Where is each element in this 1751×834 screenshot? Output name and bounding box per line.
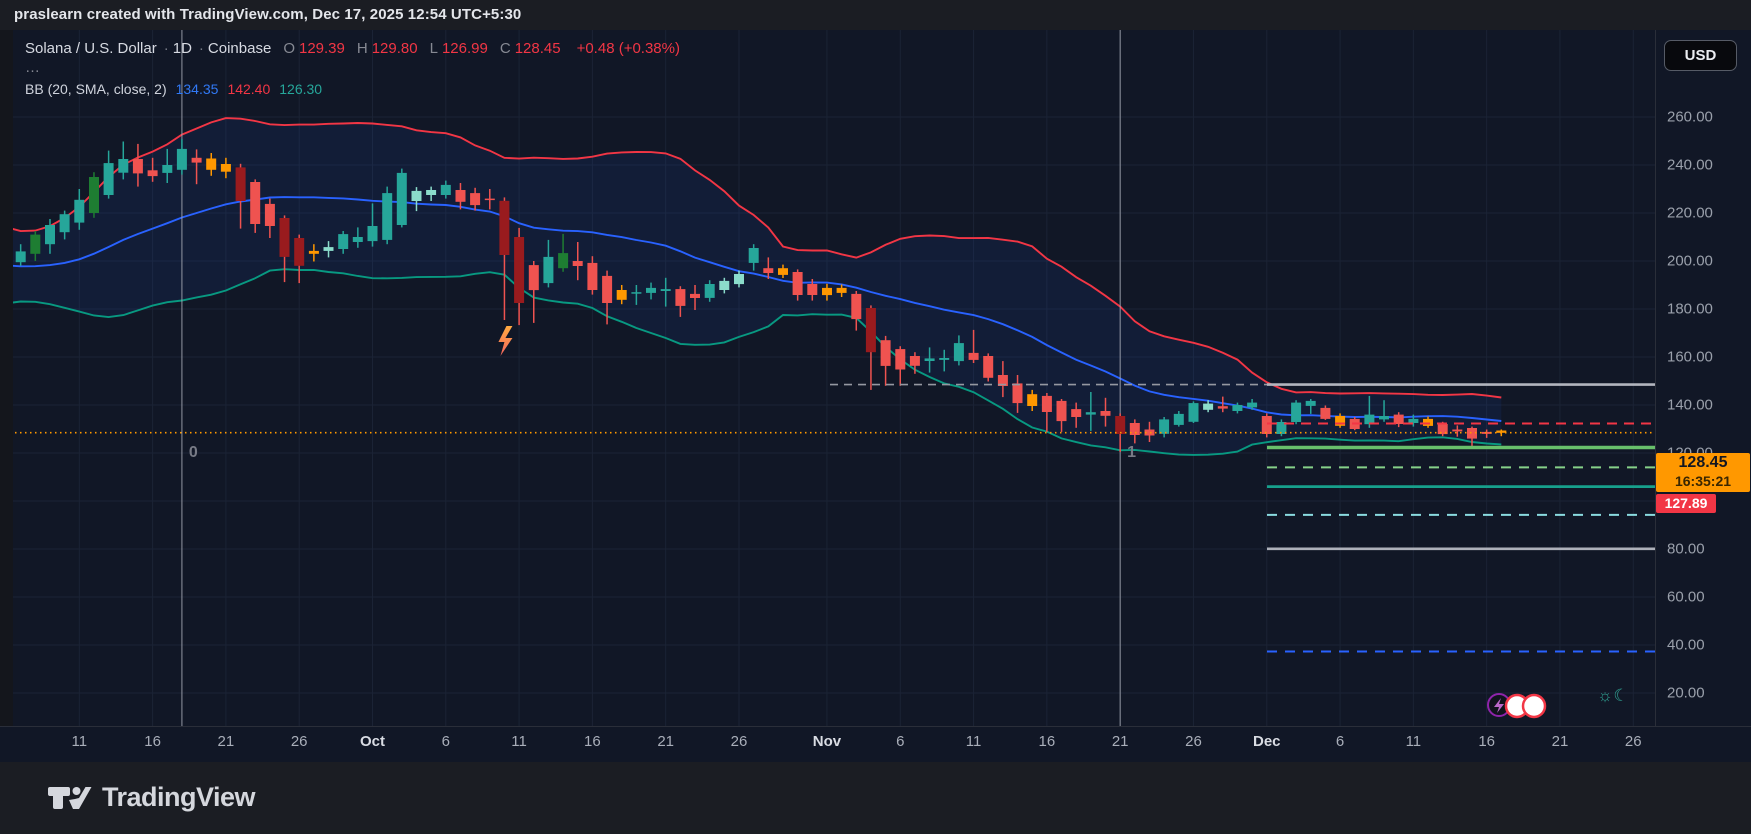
time-tick-label: 26 [1625,733,1642,750]
ohlc-values: O129.39 H129.80 L126.99 C128.45 [275,40,564,57]
tradingview-logo[interactable]: TradingView [46,782,255,813]
time-tick-label: 16 [584,733,601,750]
price-tick-label: 220.00 [1667,205,1747,222]
time-tick-label: 6 [442,733,450,750]
time-tick-label: 26 [291,733,308,750]
moon-icon: ☾ [1613,686,1628,705]
bb-value: 142.40 [227,81,270,97]
us-flag-event-icon[interactable] [1523,695,1545,717]
chart-pane[interactable]: 0 1 ☼☾ Solana / U.S. Dollar·1D·CoinbaseO… [0,30,1751,726]
time-tick-label: 11 [511,733,527,750]
bb-indicator-label[interactable]: BB (20, SMA, close, 2) [25,81,167,97]
time-tick-label: Oct [360,733,385,750]
time-tick-label: Dec [1253,733,1281,750]
time-tick-label: 16 [1039,733,1056,750]
time-tick-label: 6 [1336,733,1344,750]
time-tick-label: 21 [1112,733,1129,750]
currency-toggle-button[interactable]: USD [1664,40,1737,71]
price-tick-label: 80.00 [1667,541,1747,558]
attribution-bar: praslearn created with TradingView.com, … [0,0,1751,31]
time-tick-label: Nov [813,733,841,750]
price-tick-label: 240.00 [1667,157,1747,174]
time-tick-label: 6 [896,733,904,750]
symbol-title[interactable]: Solana / U.S. Dollar [25,40,157,57]
ohlc-key: H [357,40,368,57]
change-label: +0.48 (+0.38%) [577,40,680,57]
tradingview-snapshot: praslearn created with TradingView.com, … [0,0,1751,834]
exchange-label[interactable]: Coinbase [208,40,271,57]
ohlc-value: 129.39 [299,40,345,57]
time-axis[interactable]: 11 16 21 26 Oct 6 11 16 21 26 Nov 6 11 16 21 26 Dec 6 11 16… [0,726,1751,763]
ohlc-key: C [500,40,511,57]
more-indicators-button[interactable]: … [25,63,684,73]
price-tick-label: 200.00 [1667,253,1747,270]
ohlc-value: 126.99 [442,40,488,57]
interval-label[interactable]: 1D [173,40,192,57]
plot-left-margin [0,30,13,726]
price-tick-label: 40.00 [1667,637,1747,654]
bb-values: 134.35 142.40 126.30 [167,81,322,97]
time-tick-label: 11 [72,733,88,750]
vertical-line-label: 0 [189,444,198,461]
vertical-line-label: 1 [1127,444,1136,461]
sun-icon: ☼ [1597,686,1613,705]
time-tick-label: 21 [657,733,674,750]
current-price-badge: 128.45 16:35:21 [1656,453,1750,492]
secondary-price-badge: 127.89 [1656,494,1716,513]
price-tick-label: 180.00 [1667,301,1747,318]
attribution-text: praslearn created with TradingView.com, … [14,6,521,23]
price-tick-label: 140.00 [1667,397,1747,414]
time-tick-label: 21 [218,733,235,750]
bb-indicator-row[interactable]: BB (20, SMA, close, 2) 134.35 142.40 126.30 [25,81,684,97]
tradingview-wordmark: TradingView [102,782,255,813]
bb-value: 134.35 [176,81,219,97]
chart-legend: Solana / U.S. Dollar·1D·CoinbaseO129.39H… [25,40,684,97]
current-price-value: 128.45 [1656,453,1750,473]
time-tick-label: 11 [966,733,982,750]
ohlc-value: 129.80 [372,40,418,57]
price-axis[interactable]: USD 260.00 240.00 220.00 200.00 180.00 160.00… [1655,30,1751,726]
price-tick-label: 60.00 [1667,589,1747,606]
ohlc-key: O [283,40,295,57]
time-tick-label: 26 [1185,733,1202,750]
time-tick-label: 16 [144,733,161,750]
symbol-row[interactable]: Solana / U.S. Dollar·1D·CoinbaseO129.39H… [25,40,684,57]
bar-countdown: 16:35:21 [1656,473,1750,490]
bb-value: 126.30 [279,81,322,97]
price-tick-label: 20.00 [1667,685,1747,702]
time-tick-label: 11 [1406,733,1422,750]
ohlc-value: 128.45 [515,40,561,57]
time-tick-label: 26 [731,733,748,750]
tradingview-logo-icon [46,784,92,812]
ohlc-key: L [430,40,438,57]
footer-bar: TradingView [0,762,1751,834]
time-tick-label: 21 [1552,733,1569,750]
time-tick-label: 16 [1478,733,1495,750]
candlestick-plot[interactable]: 0 1 ☼☾ [0,30,1655,726]
price-tick-label: 260.00 [1667,109,1747,126]
price-tick-label: 160.00 [1667,349,1747,366]
